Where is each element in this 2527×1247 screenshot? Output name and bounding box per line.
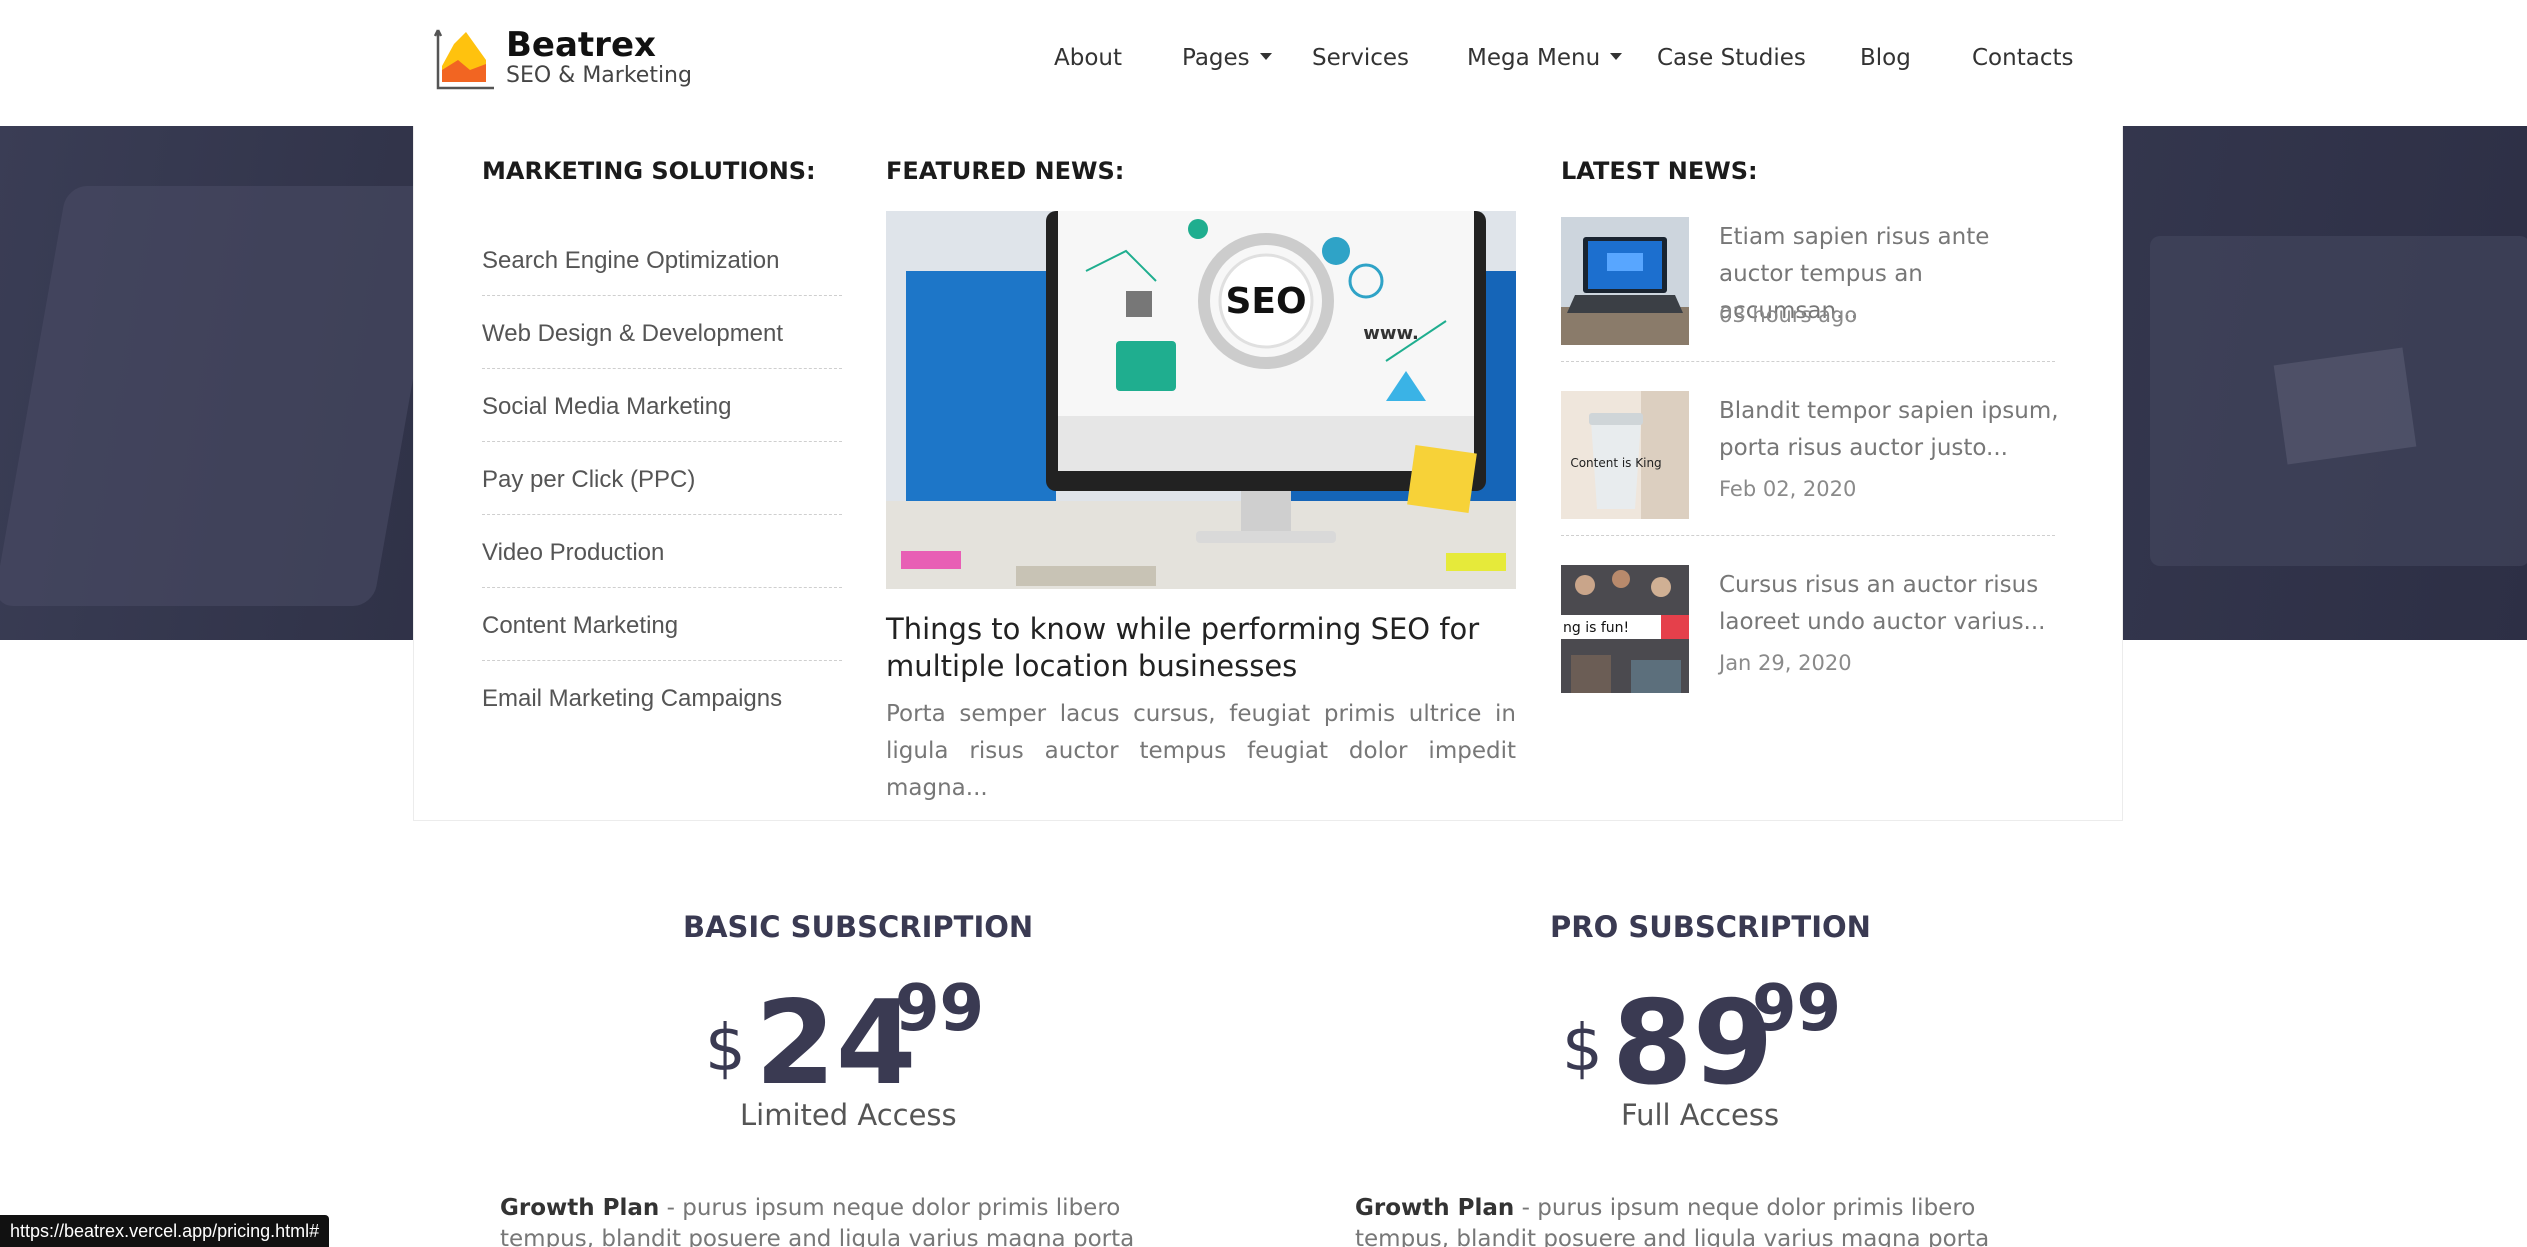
basic-plan-title: BASIC SUBSCRIPTION [683,910,1034,944]
solution-link[interactable]: Video Production [482,515,842,588]
solution-link[interactable]: Pay per Click (PPC) [482,442,842,515]
currency-symbol: $ [705,1012,746,1086]
hero-background-shape [2273,347,2417,465]
nav-about[interactable]: About [1054,38,1122,78]
nav-blog[interactable]: Blog [1860,38,1911,78]
nav-label: Case Studies [1657,45,1806,71]
nav-mega-menu[interactable]: Mega Menu [1467,38,1623,78]
nav-label: Mega Menu [1467,45,1601,71]
price-cents: 99 [895,972,985,1046]
nav-label: About [1054,45,1123,71]
solution-link[interactable]: Content Marketing [482,588,842,661]
news-thumbnail[interactable] [1561,217,1689,345]
solution-link[interactable]: Email Marketing Campaigns [482,661,842,734]
latest-news-item[interactable]: Content is King Blandit tempor sapien ip… [1561,391,2059,551]
nav-label: Contacts [1972,45,2074,71]
divider [1561,361,2055,362]
price-cents: 99 [1752,972,1842,1046]
chevron-down-icon [1610,53,1623,60]
news-title[interactable]: Cursus risus an auctor risus laoreet und… [1719,567,2059,641]
basic-plan-price: $ 24 99 [705,972,984,1111]
pro-plan-access: Full Access [1621,1098,1780,1132]
solution-link[interactable]: Search Engine Optimization [482,223,842,296]
thumb-text: ng is fun! [1563,620,1629,636]
solutions-heading: MARKETING SOLUTIONS: [482,157,816,185]
featured-news-excerpt: Porta semper lacus cursus, feugiat primi… [886,701,1516,801]
nav-pages[interactable]: Pages [1182,38,1272,78]
solution-link[interactable]: Social Media Marketing [482,369,842,442]
plan-name: Growth Plan [500,1195,660,1221]
featured-news-image[interactable]: SEO www. [886,211,1516,589]
nav-case-studies[interactable]: Case Studies [1657,38,1806,78]
news-title[interactable]: Blandit tempor sapien ipsum, porta risus… [1719,393,2059,467]
solution-link[interactable]: Web Design & Development [482,296,842,369]
news-date: Jan 29, 2020 [1719,651,1852,675]
site-header: Beatrex SEO & Marketing About Pages Serv… [0,0,2527,126]
price-amount: 89 [1612,976,1774,1111]
status-bar-url: https://beatrex.vercel.app/pricing.html# [0,1215,330,1247]
hero-background-shape [0,186,448,606]
nav-contacts[interactable]: Contacts [1972,38,2073,78]
news-thumbnail[interactable]: ng is fun! [1561,565,1689,693]
solutions-list: Search Engine Optimization Web Design & … [482,223,842,734]
cup-text: Content is King [1570,456,1661,470]
news-date: Feb 02, 2020 [1719,477,1857,501]
chevron-down-icon [1259,53,1272,60]
pro-plan-title: PRO SUBSCRIPTION [1550,910,1871,944]
seo-text: SEO [1225,281,1306,322]
nav-label: Blog [1860,45,1911,71]
news-thumbnail[interactable]: Content is King [1561,391,1689,519]
news-date: 03 hours ago [1719,303,1858,327]
nav-services[interactable]: Services [1312,38,1409,78]
latest-news-item[interactable]: ng is fun! Cursus risus an auctor risus … [1561,565,2055,725]
featured-news-title[interactable]: Things to know while performing SEO for … [886,611,1526,685]
price-amount: 24 [755,976,917,1111]
basic-plan-description: Growth Plan - purus ipsum neque dolor pr… [500,1193,1200,1247]
pro-plan-description: Growth Plan - purus ipsum neque dolor pr… [1355,1193,2055,1247]
nav-label: Services [1312,45,1409,71]
mega-menu-dropdown: MARKETING SOLUTIONS: Search Engine Optim… [413,112,2123,821]
latest-news-item[interactable]: Etiam sapien risus ante auctor tempus an… [1561,217,2055,377]
latest-heading: LATEST NEWS: [1561,157,1758,185]
basic-plan-access: Limited Access [740,1098,957,1132]
featured-heading: FEATURED NEWS: [886,157,1125,185]
www-text: www. [1363,323,1419,344]
main-nav: About Pages Services Mega Menu Case Stud… [0,38,2527,78]
divider [1561,535,2055,536]
currency-symbol: $ [1562,1012,1603,1086]
nav-label: Pages [1182,45,1250,71]
pro-plan-price: $ 89 99 [1562,972,1841,1111]
plan-name: Growth Plan [1355,1195,1515,1221]
